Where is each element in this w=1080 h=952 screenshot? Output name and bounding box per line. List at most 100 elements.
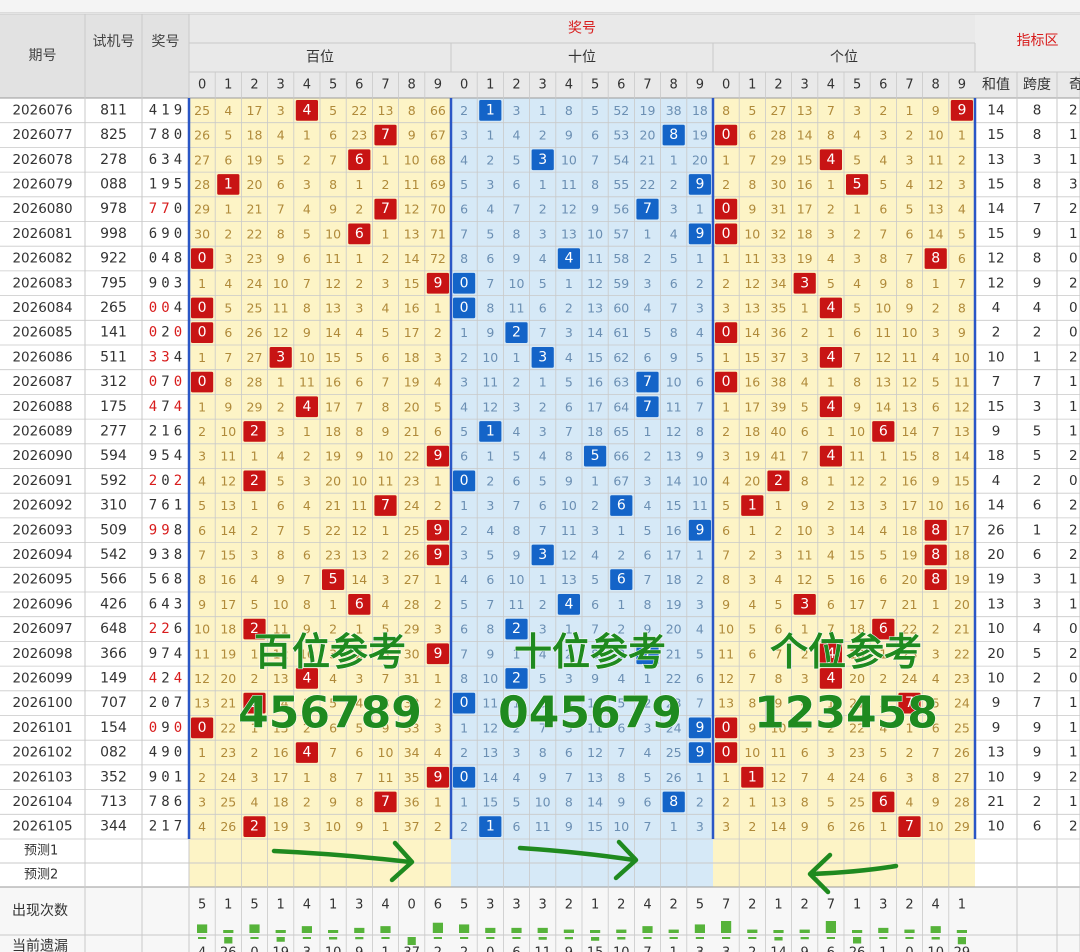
omission-value: 71 [430,226,446,241]
digit-header: 3 [801,78,809,93]
omission-value: 5 [513,794,521,809]
sum-cell: 12 [987,275,1004,291]
omission-value: 31 [771,202,787,217]
omission-value: 13 [718,696,734,711]
occurrence-value: 2 [617,898,625,913]
omission-value: 8 [853,375,861,390]
omission-value: 1 [827,177,835,192]
current-omission-value: 3 [303,946,311,952]
span-cell: 2 [1033,325,1042,341]
draw-digit: 6 [174,794,182,810]
omission-value: 2 [434,325,442,340]
omission-value: 26 [194,128,210,143]
draw-digit: 8 [161,127,169,143]
omission-value: 1 [670,819,678,834]
occurrence-bar [590,930,601,933]
occurrence-value: 0 [408,898,416,913]
occurrence-bar [773,930,784,933]
omission-value: 1 [696,202,704,217]
omission-value: 14 [797,128,813,143]
omission-value: 4 [644,745,652,760]
trial-cell: 352 [100,769,127,785]
sum-cell: 4 [992,473,1001,489]
period-cell: 2026098 [12,646,72,662]
current-omission-value: 10 [325,946,342,952]
omission-value: 20 [247,177,263,192]
draw-digit: 0 [174,374,182,390]
omission-value: 2 [722,276,730,291]
occurrence-value: 2 [670,898,678,913]
period-cell: 2026104 [12,794,72,810]
draw-digit: 3 [161,349,169,365]
omission-value: 4 [906,177,914,192]
draw-digit: 7 [161,399,169,415]
omission-value: 11 [928,152,944,167]
odd-cell: 1 [1069,794,1078,810]
omission-value: 1 [198,399,206,414]
omission-value: 1 [460,325,468,340]
omission-value: 3 [696,819,704,834]
omission-value: 19 [797,251,813,266]
omission-value: 18 [692,103,708,118]
omission-value: 1 [251,449,259,464]
omission-value: 2 [382,177,390,192]
omission-value: 8 [460,671,468,686]
omission-value: 1 [486,128,494,143]
occurrence-value: 2 [905,898,913,913]
omission-bar [957,937,966,945]
omission-value: 63 [613,375,629,390]
omission-value: 11 [797,547,813,562]
omission-value: 13 [875,375,891,390]
omission-bar [329,937,338,940]
omission-value: 5 [748,622,756,637]
draw-digit: 3 [174,596,182,612]
omission-value: 8 [198,572,206,587]
omission-bar [695,937,704,939]
omission-value: 3 [460,128,468,143]
annotation-title: 百位参考 [254,630,406,674]
omission-value: 8 [329,177,337,192]
draw-digit: 4 [149,399,157,415]
omission-value: 5 [853,300,861,315]
omission-value: 14 [325,325,341,340]
draw-digit: 4 [174,349,182,365]
omission-value: 9 [932,794,940,809]
omission-value: 6 [486,251,494,266]
hit-digit: 1 [748,498,757,514]
omission-value: 6 [827,597,835,612]
omission-value: 10 [744,745,760,760]
omission-value: 1 [932,276,940,291]
omission-value: 13 [561,226,577,241]
hit-digit: 4 [564,251,573,267]
omission-value: 13 [351,547,367,562]
omission-value: 9 [932,103,940,118]
omission-value: 3 [722,449,730,464]
trial-cell: 707 [100,695,127,711]
omission-value: 5 [539,276,547,291]
sum-cell: 20 [987,547,1004,563]
omission-value: 11 [482,696,498,711]
omission-value: 10 [613,819,629,834]
omission-value: 7 [827,103,835,118]
omission-value: 3 [827,523,835,538]
period-cell: 2026102 [12,745,72,761]
occurrence-bar [380,926,391,933]
omission-value: 6 [303,251,311,266]
omission-value: 15 [220,547,236,562]
omission-value: 4 [696,622,704,637]
omission-value: 10 [849,424,865,439]
omission-value: 14 [954,449,970,464]
digit-header: 6 [355,78,363,93]
omission-value: 2 [355,276,363,291]
omission-value: 30 [404,646,420,661]
omission-value: 1 [748,794,756,809]
draw-digit: 2 [149,473,157,489]
omission-value: 12 [351,523,367,538]
omission-value: 7 [277,202,285,217]
omission-value: 3 [251,770,259,785]
hit-digit: 9 [695,745,704,761]
trial-cell: 310 [100,498,127,514]
draw-digit: 0 [174,226,182,242]
omission-value: 66 [430,103,446,118]
occurrence-value: 5 [198,898,206,913]
